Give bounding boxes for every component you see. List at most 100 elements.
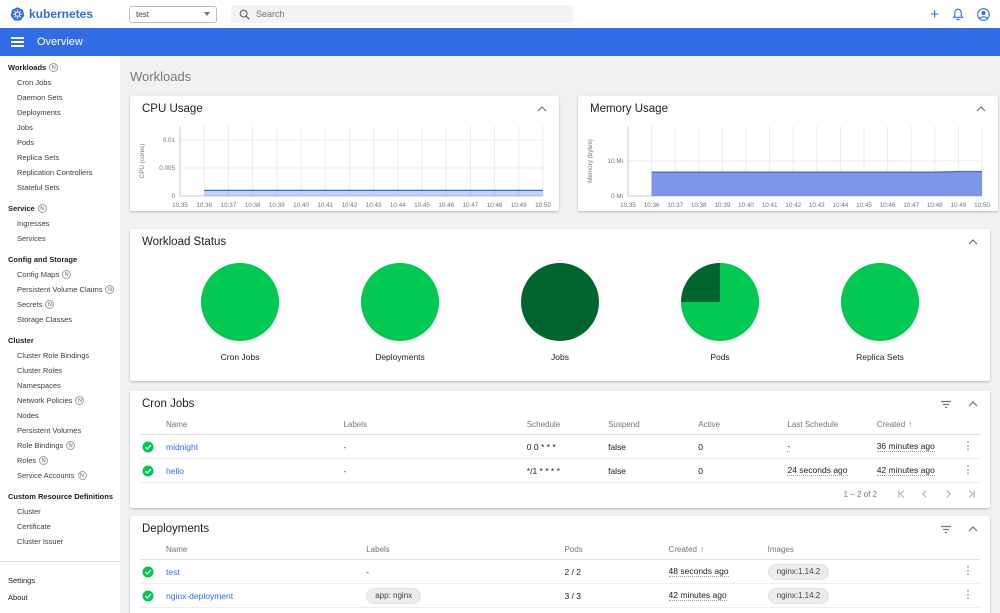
sidebar-item-namespaces[interactable]: Namespaces [0, 378, 120, 393]
sidebar-item-deployments[interactable]: Deployments [0, 105, 120, 120]
sidebar-item-cluster-roles[interactable]: Cluster Roles [0, 363, 120, 378]
next-page-button[interactable] [943, 487, 953, 502]
table-row[interactable]: test - 2 / 2 48 seconds ago nginx:1.14.2… [140, 560, 980, 584]
sidebar-item-pods[interactable]: Pods [0, 135, 120, 150]
filter-button[interactable] [940, 400, 952, 409]
cron-job-name-link[interactable]: midnight [166, 442, 198, 452]
sidebar-group-custom-resource-definitions[interactable]: Custom Resource Definitions [0, 489, 120, 504]
collapse-button[interactable] [968, 526, 978, 532]
cron-job-name-link[interactable]: hello [166, 466, 184, 476]
row-menu-button[interactable]: ⋮ [956, 441, 980, 452]
deployment-name-link[interactable]: test [166, 567, 180, 577]
previous-page-button[interactable] [920, 487, 930, 502]
row-menu-button[interactable]: ⋮ [956, 465, 980, 476]
item-label: Secrets [17, 300, 43, 309]
sidebar-group-service[interactable]: Service N [0, 201, 120, 216]
sidebar-item-services[interactable]: Services [0, 231, 120, 246]
pie-label: Deployments [375, 352, 425, 362]
cell-last-schedule: 24 seconds ago [787, 465, 848, 476]
memory-chart-svg: 10:35 10:36 10:37 10:38 10:39 10:40 10:41 10:42… [587, 126, 990, 209]
svg-text:10:43: 10:43 [366, 202, 382, 209]
sidebar-item-settings[interactable]: Settings [0, 572, 120, 589]
cell-created: 42 minutes ago [668, 590, 727, 601]
sidebar-item-role-bindings[interactable]: Role Bindings N [0, 438, 120, 453]
card-header: Memory Usage [578, 96, 998, 119]
bell-icon [952, 8, 964, 20]
kubernetes-logo-icon [10, 6, 25, 20]
search-bar[interactable] [231, 5, 574, 23]
chevron-up-icon [968, 401, 978, 407]
collapse-button[interactable] [537, 106, 547, 112]
namespaced-badge: N [49, 63, 59, 72]
image-chip: nginx:1.14.2 [767, 587, 830, 604]
sidebar-item-replica-sets[interactable]: Replica Sets [0, 150, 120, 165]
svg-text:10:36: 10:36 [196, 202, 212, 209]
deployment-name-link[interactable]: nginx-deployment [166, 591, 233, 601]
sidebar-item-storage-classes[interactable]: Storage Classes [0, 312, 120, 327]
row-menu-button[interactable]: ⋮ [956, 566, 980, 577]
chevron-right-icon [946, 489, 952, 498]
sidebar-item-network-policies[interactable]: Network Policies N [0, 393, 120, 408]
table-row[interactable]: hello - */1 * * * * false 0 24 seconds a… [140, 459, 980, 483]
chevron-down-icon [204, 12, 211, 16]
svg-text:10:42: 10:42 [342, 202, 358, 209]
svg-text:0: 0 [171, 193, 175, 200]
table-row[interactable]: nginx-deployment app: nginx 3 / 3 42 min… [140, 584, 980, 608]
svg-text:10:49: 10:49 [511, 202, 527, 209]
svg-text:0.01: 0.01 [163, 137, 176, 144]
column-schedule: Schedule [526, 419, 561, 429]
filter-icon [941, 525, 951, 533]
sidebar-item-persistent-volumes[interactable]: Persistent Volumes [0, 423, 120, 438]
sidebar-item-crd-cluster-issuer[interactable]: Cluster Issuer [0, 534, 120, 549]
sidebar-item-replication-controllers[interactable]: Replication Controllers [0, 165, 120, 180]
sidebar-group-cluster[interactable]: Cluster [0, 333, 120, 348]
sidebar-item-nodes[interactable]: Nodes [0, 408, 120, 423]
pagination-range: 1 – 2 of 2 [843, 489, 877, 499]
sidebar-item-daemon-sets[interactable]: Daemon Sets [0, 90, 120, 105]
sidebar-item-config-maps[interactable]: Config Maps N [0, 267, 120, 282]
sidebar-item-stateful-sets[interactable]: Stateful Sets [0, 180, 120, 195]
last-page-button[interactable] [966, 487, 976, 502]
first-page-button[interactable] [897, 487, 907, 502]
sidebar-item-about[interactable]: About [0, 589, 120, 606]
menu-button[interactable] [11, 37, 24, 47]
create-resource-button[interactable]: + [930, 7, 939, 22]
cell-schedule: 0 0 * * * [526, 441, 556, 452]
sidebar-item-secrets[interactable]: Secrets N [0, 297, 120, 312]
svg-text:10:50: 10:50 [974, 202, 990, 209]
card-header: Workload Status [130, 229, 990, 252]
row-menu-button[interactable]: ⋮ [956, 590, 980, 601]
deployments-table: Name Labels Pods Created ↑ Images test -… [130, 539, 990, 608]
sidebar-item-ingresses[interactable]: Ingresses [0, 216, 120, 231]
brand-home-link[interactable]: kubernetes [10, 6, 94, 22]
brand-name: kubernetes [29, 7, 94, 21]
namespace-select[interactable]: test [129, 5, 218, 23]
sidebar-group-workloads[interactable]: Workloads N [0, 60, 120, 75]
cell-labels: - [366, 566, 370, 577]
chevron-up-icon [968, 526, 978, 532]
table-row[interactable]: midnight - 0 0 * * * false 0 - 36 minute… [140, 435, 980, 459]
column-created[interactable]: Created ↑ [669, 544, 768, 554]
collapse-button[interactable] [976, 106, 986, 112]
sidebar-item-persistent-volume-claims[interactable]: Persistent Volume Claims N [0, 282, 120, 297]
sidebar-item-cron-jobs[interactable]: Cron Jobs [0, 75, 120, 90]
sidebar-group-config-and-storage[interactable]: Config and Storage [0, 252, 120, 267]
sidebar-item-jobs[interactable]: Jobs [0, 120, 120, 135]
sidebar-item-crd-cluster[interactable]: Cluster [0, 504, 120, 519]
collapse-button[interactable] [968, 239, 978, 245]
search-input[interactable] [256, 9, 566, 19]
collapse-button[interactable] [968, 401, 978, 407]
svg-text:10:47: 10:47 [903, 202, 919, 209]
column-created[interactable]: Created ↑ [877, 419, 956, 429]
sidebar-item-service-accounts[interactable]: Service Accounts N [0, 468, 120, 483]
notifications-button[interactable] [952, 8, 964, 21]
svg-text:10:39: 10:39 [715, 202, 731, 209]
svg-text:10:39: 10:39 [269, 202, 285, 209]
sidebar-item-cluster-role-bindings[interactable]: Cluster Role Bindings [0, 348, 120, 363]
account-button[interactable] [977, 7, 990, 21]
sidebar-item-roles[interactable]: Roles N [0, 453, 120, 468]
filter-button[interactable] [940, 525, 952, 534]
main-content: Workloads CPU Usage 10:35 10:36 10:37 10:38… [120, 56, 1000, 613]
column-name: Name [166, 419, 188, 429]
sidebar-item-crd-certificate[interactable]: Certificate [0, 519, 120, 534]
